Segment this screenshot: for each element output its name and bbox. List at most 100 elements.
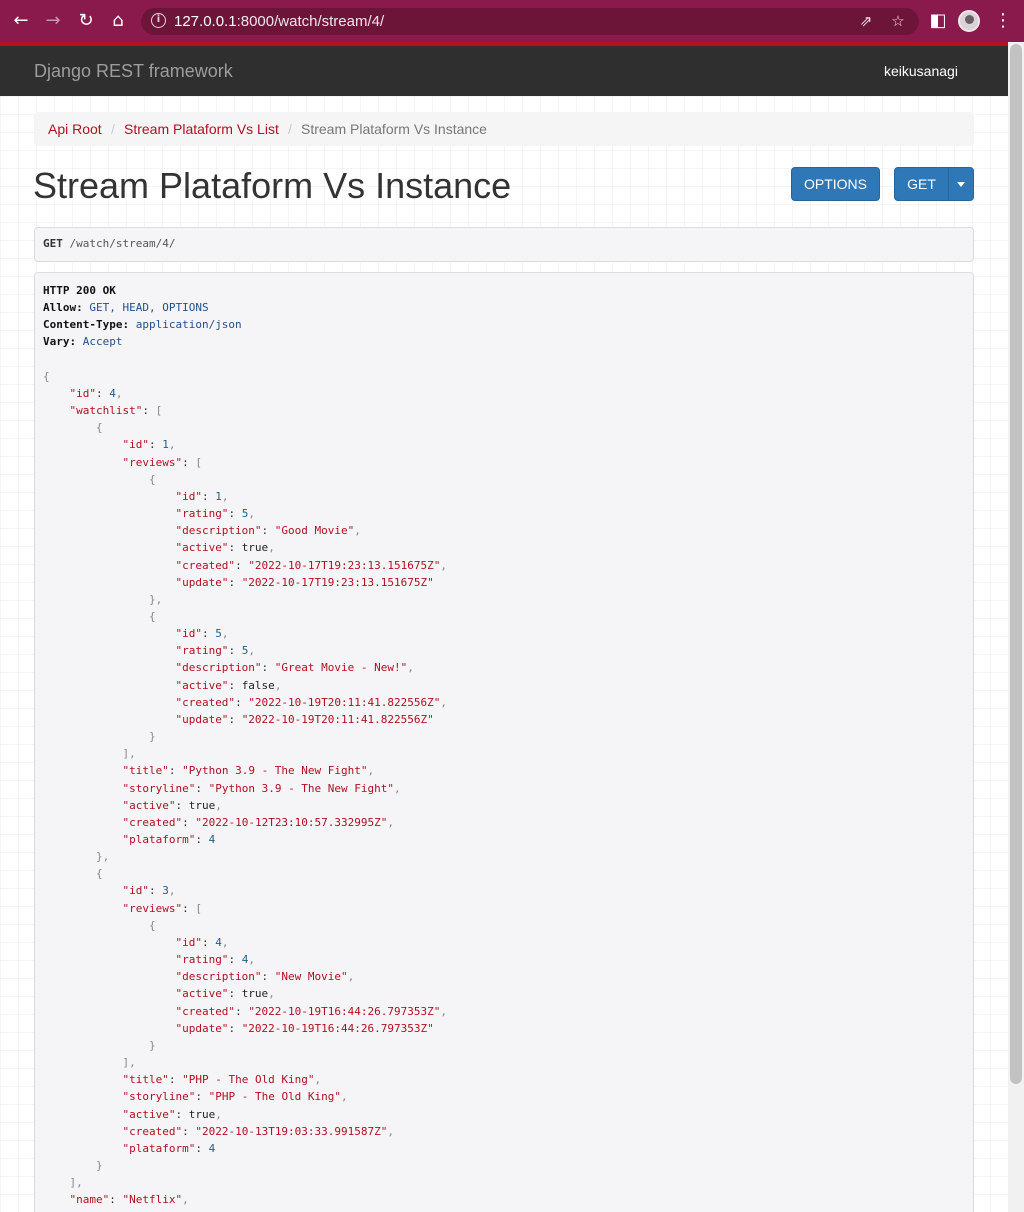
json-key: "description"	[175, 661, 262, 675]
json-key: "created"	[175, 558, 236, 572]
scrollbar[interactable]	[1008, 42, 1024, 1212]
json-key: "storyline"	[122, 1090, 196, 1104]
json-number: 3	[162, 884, 169, 898]
json-key: "created"	[122, 1124, 183, 1138]
json-key: "reviews"	[122, 455, 183, 469]
response-header-name: Vary:	[43, 335, 77, 349]
json-number: 1	[215, 489, 222, 503]
response-header-name: Allow:	[43, 301, 83, 315]
json-string: "Python 3.9 - The New Fight"	[208, 781, 395, 795]
json-string: "PHP - The Old King"	[208, 1090, 342, 1104]
star-icon[interactable]: ☆	[887, 10, 909, 32]
json-key: "active"	[122, 1107, 176, 1121]
json-key: "active"	[175, 541, 229, 555]
forward-icon[interactable]: →	[40, 8, 66, 34]
sidepanel-icon[interactable]: ◧	[925, 8, 951, 34]
json-key: "storyline"	[122, 781, 196, 795]
request-path: /watch/stream/4/	[69, 237, 176, 250]
breadcrumb-separator: /	[111, 121, 115, 137]
json-key: "active"	[175, 678, 229, 692]
brand-link[interactable]: Django REST framework	[34, 61, 233, 82]
json-string: "Good Movie"	[274, 524, 355, 538]
json-string: "2022-10-19T16:44:26.797353Z"	[248, 1004, 441, 1018]
breadcrumb: Api Root / Stream Plataform Vs List / St…	[34, 112, 974, 146]
json-string: "Python 3.9 - The New Fight"	[182, 764, 368, 778]
json-key: "created"	[122, 815, 183, 829]
json-boolean: true	[188, 798, 216, 812]
json-key: "created"	[175, 695, 236, 709]
json-number: 4	[208, 833, 216, 846]
response-header-name: Content-Type:	[43, 318, 130, 332]
options-button[interactable]: OPTIONS	[791, 167, 880, 201]
address-bar[interactable]: i 127.0.0.1:8000/watch/stream/4/ ⇗ ☆	[141, 8, 919, 35]
json-key: "id"	[69, 386, 97, 400]
json-key: "rating"	[175, 507, 229, 521]
json-key: "id"	[122, 884, 149, 898]
url-text[interactable]: 127.0.0.1:8000/watch/stream/4/	[174, 13, 384, 30]
reload-icon[interactable]: ↻	[73, 8, 99, 34]
json-key: "active"	[122, 798, 176, 812]
json-key: "update"	[175, 575, 229, 589]
json-string: "2022-10-19T16:44:26.797353Z"	[241, 1021, 434, 1035]
json-key: "title"	[122, 1073, 169, 1087]
menu-icon[interactable]: ⋮	[990, 8, 1016, 34]
breadcrumb-list[interactable]: Stream Plataform Vs List	[124, 121, 279, 137]
json-number: 1	[162, 438, 169, 452]
json-key: "id"	[175, 935, 202, 949]
json-key: "description"	[175, 970, 262, 984]
response-header-value: application/json	[135, 318, 242, 332]
json-boolean: true	[241, 987, 269, 1001]
json-key: "watchlist"	[69, 404, 143, 418]
json-key: "id"	[122, 438, 149, 452]
json-key: "active"	[175, 987, 229, 1001]
avatar[interactable]	[958, 10, 980, 32]
json-string: "Netflix"	[122, 1193, 183, 1207]
url-path: :8000/watch/stream/4/	[236, 13, 385, 30]
json-string: "PHP - The Old King"	[182, 1073, 315, 1087]
json-number: 5	[215, 627, 222, 641]
url-host: 127.0.0.1	[174, 13, 237, 30]
browser-toolbar: ← → ↻ ⌂ i 127.0.0.1:8000/watch/stream/4/…	[0, 0, 1024, 42]
request-info: GET /watch/stream/4/	[34, 227, 974, 262]
json-string: "2022-10-19T20:11:41.822556Z"	[241, 712, 434, 726]
request-method: GET	[43, 237, 63, 250]
json-key: "name"	[69, 1193, 110, 1207]
json-key: "plataform"	[122, 1141, 196, 1155]
back-icon[interactable]: ←	[8, 8, 34, 34]
json-string: "2022-10-13T19:03:33.991587Z"	[195, 1124, 388, 1138]
get-button[interactable]: GET	[894, 167, 949, 201]
response-info: HTTP 200 OK Allow: GET, HEAD, OPTIONS Co…	[34, 272, 974, 1212]
json-key: "title"	[122, 764, 169, 778]
response-header-value: Accept	[82, 335, 123, 349]
home-icon[interactable]: ⌂	[105, 8, 131, 34]
response-header-value: GET, HEAD, OPTIONS	[89, 301, 209, 315]
json-string: "2022-10-19T20:11:41.822556Z"	[248, 695, 441, 709]
json-boolean: false	[241, 678, 275, 692]
get-format-dropdown[interactable]	[948, 167, 974, 201]
json-number: 4	[109, 386, 116, 400]
share-icon[interactable]: ⇗	[855, 10, 877, 32]
breadcrumb-api-root[interactable]: Api Root	[48, 121, 102, 137]
json-key: "plataform"	[122, 833, 196, 846]
json-key: "created"	[175, 1004, 236, 1018]
json-key: "update"	[175, 1021, 229, 1035]
info-icon[interactable]: i	[151, 13, 166, 28]
user-menu[interactable]: keikusanagi	[884, 63, 958, 79]
json-string: "2022-10-12T23:10:57.332995Z"	[195, 815, 388, 829]
breadcrumb-separator: /	[288, 121, 292, 137]
json-key: "id"	[175, 489, 202, 503]
json-string: "2022-10-17T19:23:13.151675Z"	[248, 558, 441, 572]
json-string: "Great Movie - New!"	[274, 661, 408, 675]
breadcrumb-instance: Stream Plataform Vs Instance	[301, 121, 487, 137]
json-string: "2022-10-17T19:23:13.151675Z"	[241, 575, 434, 589]
json-key: "rating"	[175, 953, 229, 967]
page-content: Api Root / Stream Plataform Vs List / St…	[0, 96, 1008, 1212]
caret-down-icon	[957, 182, 965, 187]
navbar: Django REST framework keikusanagi	[0, 46, 1008, 96]
json-key: "rating"	[175, 644, 229, 658]
json-number: 4	[215, 935, 222, 949]
json-key: "reviews"	[122, 901, 183, 915]
scrollbar-thumb[interactable]	[1010, 44, 1022, 1084]
response-status: HTTP 200 OK	[43, 284, 116, 297]
json-number: 4	[208, 1141, 216, 1155]
